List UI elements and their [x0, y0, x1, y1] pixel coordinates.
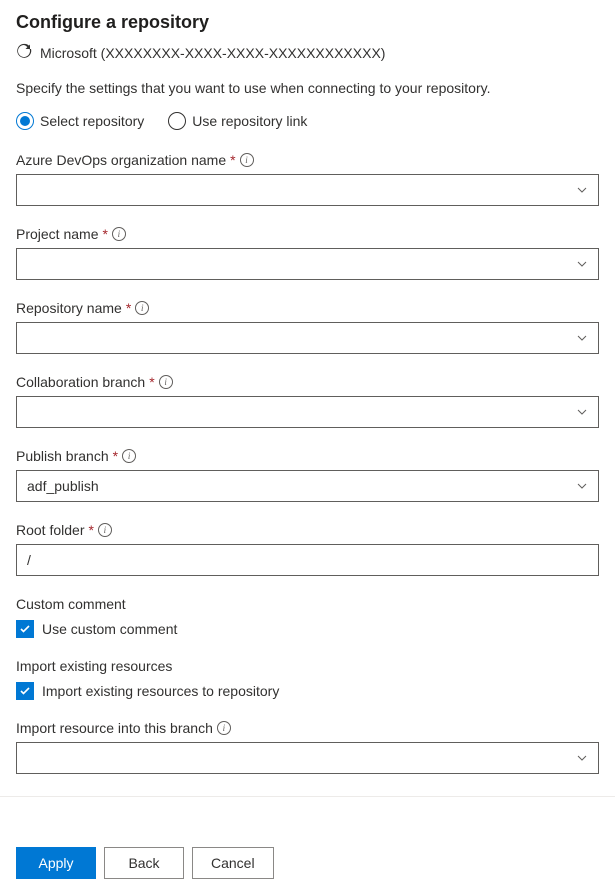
field-label: Publish branch: [16, 448, 109, 464]
radio-label: Select repository: [40, 113, 144, 129]
import-resources-header: Import existing resources: [16, 658, 599, 674]
import-resources-checkbox-row: Import existing resources to repository: [16, 682, 599, 700]
project-select[interactable]: [16, 248, 599, 280]
radio-label: Use repository link: [192, 113, 307, 129]
field-label: Import resource into this branch: [16, 720, 213, 736]
account-row: Microsoft (XXXXXXXX-XXXX-XXXX-XXXXXXXXXX…: [16, 43, 599, 62]
custom-comment-label: Use custom comment: [42, 621, 177, 637]
back-button[interactable]: Back: [104, 847, 184, 879]
field-label: Azure DevOps organization name: [16, 152, 226, 168]
chevron-down-icon: [576, 332, 588, 344]
radio-select-repository[interactable]: Select repository: [16, 112, 144, 130]
apply-button[interactable]: Apply: [16, 847, 96, 879]
info-icon[interactable]: i: [217, 721, 231, 735]
info-icon[interactable]: i: [159, 375, 173, 389]
footer-divider: [0, 796, 615, 797]
footer-button-row: Apply Back Cancel: [16, 847, 599, 879]
chevron-down-icon: [576, 752, 588, 764]
repo-select[interactable]: [16, 322, 599, 354]
chevron-down-icon: [576, 480, 588, 492]
description-text: Specify the settings that you want to us…: [16, 80, 599, 96]
required-asterisk: *: [149, 374, 154, 390]
info-icon[interactable]: i: [135, 301, 149, 315]
publish-value: adf_publish: [27, 478, 99, 494]
field-org-name: Azure DevOps organization name * i: [16, 152, 599, 206]
publish-branch-select[interactable]: adf_publish: [16, 470, 599, 502]
field-repo: Repository name * i: [16, 300, 599, 354]
chevron-down-icon: [576, 184, 588, 196]
custom-comment-checkbox-row: Use custom comment: [16, 620, 599, 638]
org-name-select[interactable]: [16, 174, 599, 206]
chevron-down-icon: [576, 406, 588, 418]
radio-indicator-unselected: [168, 112, 186, 130]
field-label: Collaboration branch: [16, 374, 145, 390]
chevron-down-icon: [576, 258, 588, 270]
field-label: Root folder: [16, 522, 84, 538]
required-asterisk: *: [88, 522, 93, 538]
custom-comment-header: Custom comment: [16, 596, 599, 612]
info-icon[interactable]: i: [98, 523, 112, 537]
page-title: Configure a repository: [16, 12, 599, 33]
refresh-icon: [16, 43, 32, 62]
import-branch-select[interactable]: [16, 742, 599, 774]
account-text: Microsoft (XXXXXXXX-XXXX-XXXX-XXXXXXXXXX…: [40, 45, 385, 61]
field-publish-branch: Publish branch * i adf_publish: [16, 448, 599, 502]
import-resources-checkbox[interactable]: [16, 682, 34, 700]
radio-use-repository-link[interactable]: Use repository link: [168, 112, 307, 130]
required-asterisk: *: [126, 300, 131, 316]
field-collab-branch: Collaboration branch * i: [16, 374, 599, 428]
required-asterisk: *: [113, 448, 118, 464]
custom-comment-checkbox[interactable]: [16, 620, 34, 638]
import-resources-label: Import existing resources to repository: [42, 683, 279, 699]
field-root-folder: Root folder * i: [16, 522, 599, 576]
field-project: Project name * i: [16, 226, 599, 280]
info-icon[interactable]: i: [112, 227, 126, 241]
field-label: Project name: [16, 226, 98, 242]
checkmark-icon: [19, 623, 31, 635]
connection-mode-radio-group: Select repository Use repository link: [16, 112, 599, 130]
required-asterisk: *: [230, 152, 235, 168]
radio-indicator-selected: [16, 112, 34, 130]
field-label: Repository name: [16, 300, 122, 316]
field-import-branch: Import resource into this branch i: [16, 720, 599, 774]
cancel-button[interactable]: Cancel: [192, 847, 274, 879]
info-icon[interactable]: i: [122, 449, 136, 463]
collab-branch-select[interactable]: [16, 396, 599, 428]
info-icon[interactable]: i: [240, 153, 254, 167]
checkmark-icon: [19, 685, 31, 697]
required-asterisk: *: [102, 226, 107, 242]
root-folder-input[interactable]: [16, 544, 599, 576]
